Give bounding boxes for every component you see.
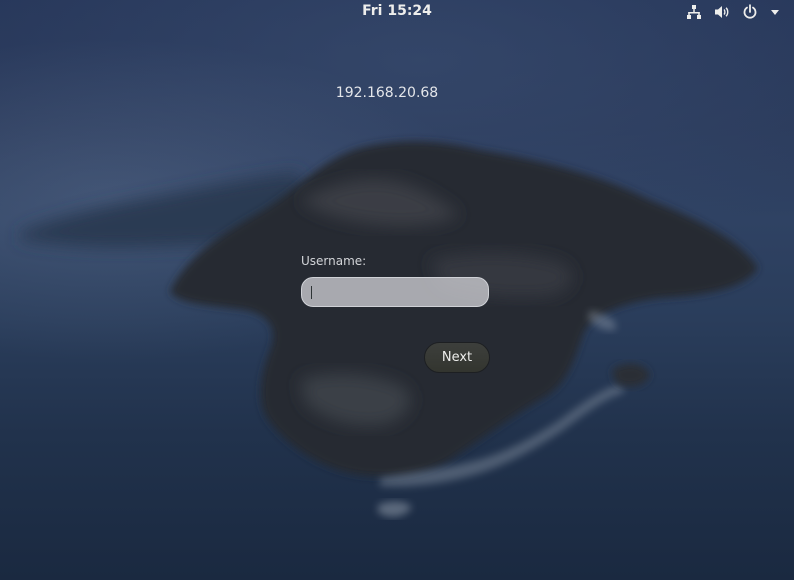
text-cursor bbox=[311, 286, 312, 299]
top-bar: Fri 15:24 bbox=[0, 0, 794, 24]
volume-icon bbox=[714, 4, 730, 20]
system-menu-arrow-icon bbox=[770, 7, 780, 17]
clock[interactable]: Fri 15:24 bbox=[0, 3, 794, 19]
network-icon bbox=[686, 4, 702, 20]
power-icon bbox=[742, 4, 758, 20]
system-status-area[interactable] bbox=[686, 2, 780, 22]
next-button[interactable]: Next bbox=[424, 342, 490, 373]
login-screen: Fri 15:24 192.168.20.68 Username: Next bbox=[0, 0, 794, 580]
hostname-label: 192.168.20.68 bbox=[335, 85, 439, 101]
username-input[interactable] bbox=[301, 277, 489, 307]
username-label: Username: bbox=[301, 254, 367, 268]
